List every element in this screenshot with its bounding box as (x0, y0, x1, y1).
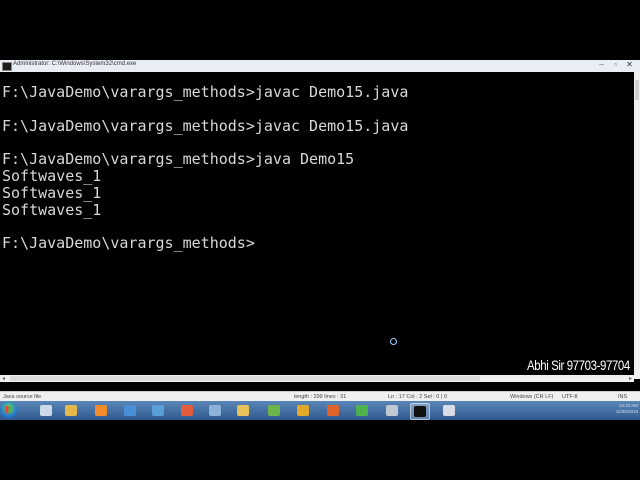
scroll-left-icon[interactable]: ◂ (2, 375, 5, 382)
taskbar-monitor-button[interactable] (121, 403, 139, 418)
display-icon (443, 405, 455, 416)
status-eol[interactable]: Windows (CR LF) (510, 394, 553, 400)
taskbar-network-button[interactable] (149, 403, 167, 418)
taskbar-explorer-button[interactable] (234, 403, 252, 418)
explorer-icon (237, 405, 249, 416)
network-icon (152, 405, 164, 416)
console-text: F:\JavaDemo\varargs_methods>javac Demo15… (2, 83, 409, 253)
console-output[interactable]: F:\JavaDemo\varargs_methods>javac Demo15… (0, 72, 634, 379)
minimize-button[interactable]: – (596, 61, 607, 70)
taskbar: 12:23 AM 11/06/2019 (0, 401, 640, 420)
vertical-scroll-thumb[interactable] (635, 80, 639, 100)
calculator-icon (40, 405, 52, 416)
tools-icon (386, 405, 398, 416)
media-player-icon (95, 405, 107, 416)
office-icon (181, 405, 193, 416)
system-tray-clock[interactable]: 12:23 AM 11/06/2019 (590, 403, 638, 418)
taskbar-cmd-button[interactable] (410, 403, 430, 420)
taskbar-folder-button[interactable] (62, 403, 80, 418)
status-position: Ln : 17 Col : 2 Sel : 0 | 0 (388, 394, 447, 400)
horizontal-scrollbar[interactable]: ◂ ▸ (0, 375, 634, 382)
firefox-icon (327, 405, 339, 416)
maximize-button[interactable]: ▫ (610, 61, 621, 70)
taskbar-office-button[interactable] (178, 403, 196, 418)
taskbar-chrome-button[interactable] (294, 403, 312, 418)
taskbar-tools-button[interactable] (383, 403, 401, 418)
taskbar-window-button[interactable] (206, 403, 224, 418)
taskbar-paint-button[interactable] (265, 403, 283, 418)
cmd-icon (414, 406, 426, 417)
taskbar-firefox-button[interactable] (324, 403, 342, 418)
window-icon (209, 405, 221, 416)
taskbar-media-player-button[interactable] (92, 403, 110, 418)
windows-logo-icon (5, 406, 12, 413)
taskbar-apps-button[interactable] (353, 403, 371, 418)
start-button[interactable] (0, 401, 17, 418)
paint-icon (268, 405, 280, 416)
horizontal-scroll-thumb[interactable] (10, 376, 480, 381)
status-insert-mode[interactable]: INS (618, 394, 627, 400)
watermark-text: Abhi Sir 97703-97704 (527, 357, 630, 373)
apps-icon (356, 405, 368, 416)
close-button[interactable]: ✕ (624, 61, 635, 70)
window-title: Administrator: C:\Windows\System32\cmd.e… (13, 61, 137, 67)
monitor-icon (124, 405, 136, 416)
tray-date: 11/06/2019 (615, 409, 638, 414)
scroll-right-icon[interactable]: ▸ (629, 375, 632, 382)
chrome-icon (297, 405, 309, 416)
taskbar-calculator-button[interactable] (37, 403, 55, 418)
command-prompt-window[interactable]: Administrator: C:\Windows\System32\cmd.e… (0, 60, 640, 390)
taskbar-display-button[interactable] (440, 403, 458, 418)
status-encoding[interactable]: UTF-8 (562, 394, 578, 400)
status-length: length : 299 lines : 31 (294, 394, 347, 400)
busy-cursor-icon (390, 338, 397, 345)
status-file-type: Java source file (3, 394, 42, 400)
cmd-app-icon (2, 62, 12, 71)
folder-icon (65, 405, 77, 416)
vertical-scrollbar[interactable] (634, 72, 640, 379)
